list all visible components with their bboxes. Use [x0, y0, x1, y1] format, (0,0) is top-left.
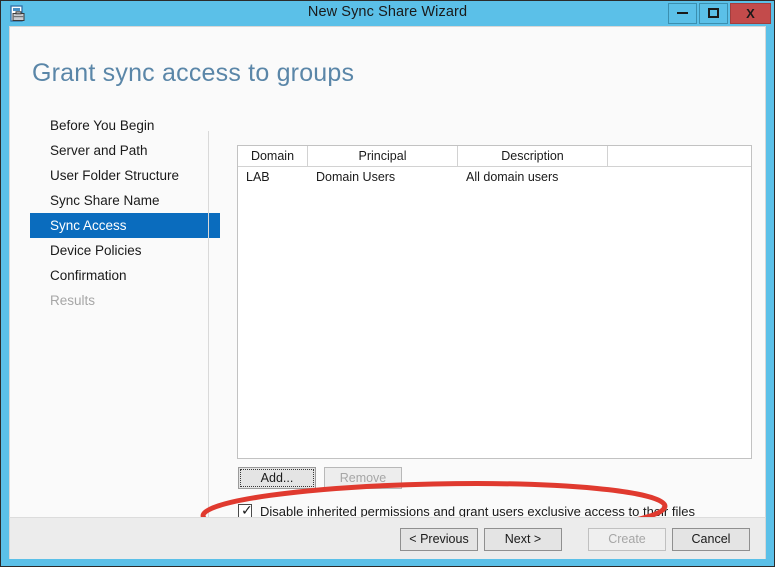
column-header-domain[interactable]: Domain: [238, 146, 308, 166]
sidebar-divider: [208, 131, 209, 527]
sidebar-item-sync-access[interactable]: Sync Access: [30, 213, 220, 238]
sidebar-item-server-and-path[interactable]: Server and Path: [10, 138, 200, 163]
table-header-row: Domain Principal Description: [238, 146, 751, 167]
wizard-client-area: Grant sync access to groups Before You B…: [9, 26, 766, 559]
remove-button: Remove: [324, 467, 402, 489]
add-button[interactable]: Add...: [238, 467, 316, 489]
title-bar[interactable]: New Sync Share Wizard X: [1, 1, 774, 26]
window-title: New Sync Share Wizard: [307, 4, 468, 20]
sidebar-item-device-policies[interactable]: Device Policies: [10, 238, 200, 263]
maximize-button[interactable]: [699, 3, 728, 24]
maximize-icon: [708, 8, 719, 19]
next-button[interactable]: Next >: [484, 528, 562, 551]
wizard-step-nav: Before You Begin Server and Path User Fo…: [10, 113, 220, 313]
sync-access-table[interactable]: Domain Principal Description LAB Domain …: [237, 145, 752, 459]
create-button: Create: [588, 528, 666, 551]
sidebar-item-before-you-begin[interactable]: Before You Begin: [10, 113, 200, 138]
cell-principal: Domain Users: [316, 170, 396, 184]
column-header-description[interactable]: Description: [458, 146, 608, 166]
cell-domain: LAB: [246, 170, 270, 184]
wizard-footer: < Previous Next > Create Cancel: [9, 517, 766, 559]
sidebar-item-sync-share-name[interactable]: Sync Share Name: [10, 188, 200, 213]
disable-inherited-permissions-checkbox[interactable]: ✓: [238, 503, 253, 519]
sidebar-item-results: Results: [50, 293, 96, 308]
add-button-label: Add...: [260, 471, 294, 485]
table-row[interactable]: LAB Domain Users All domain users: [238, 167, 751, 188]
minimize-icon: [677, 11, 688, 14]
page-title: Grant sync access to groups: [32, 59, 355, 87]
column-header-principal[interactable]: Principal: [308, 146, 458, 166]
previous-button[interactable]: < Previous: [400, 528, 478, 551]
sidebar-item-user-folder-structure[interactable]: User Folder Structure: [10, 163, 200, 188]
close-button[interactable]: X: [730, 3, 771, 24]
minimize-button[interactable]: [668, 3, 697, 24]
sidebar-item-confirmation[interactable]: Confirmation: [10, 263, 200, 288]
cancel-button[interactable]: Cancel: [672, 528, 750, 551]
cell-description: All domain users: [466, 170, 559, 184]
wizard-window: New Sync Share Wizard X Grant sync acces…: [0, 0, 775, 567]
column-header-blank[interactable]: [608, 146, 751, 166]
